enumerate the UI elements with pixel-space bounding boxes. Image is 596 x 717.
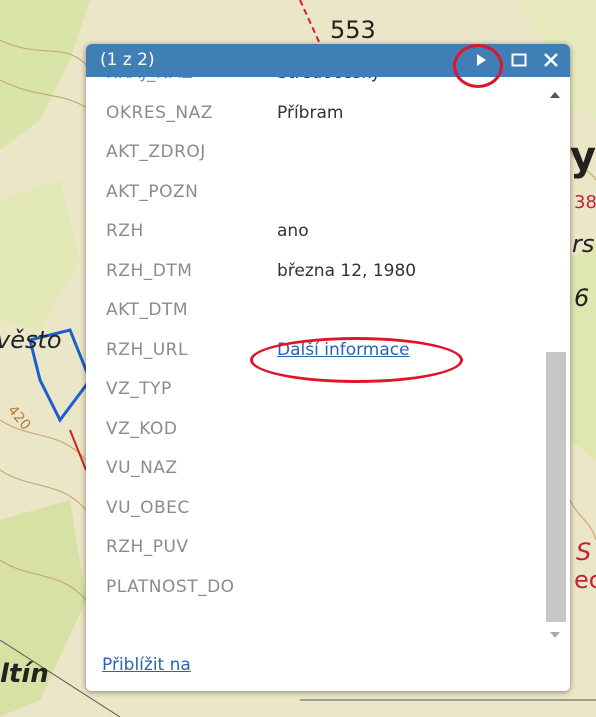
next-icon bbox=[477, 54, 486, 66]
more-info-link[interactable]: Další informace bbox=[277, 340, 410, 360]
next-feature-button[interactable] bbox=[470, 49, 492, 71]
map-label: ec bbox=[574, 566, 596, 594]
attribute-key: RZH bbox=[106, 221, 144, 241]
attribute-key: RZH_DTM bbox=[106, 260, 193, 281]
attribute-value: března 12, 1980 bbox=[277, 260, 417, 281]
map-label: 38 bbox=[574, 192, 596, 213]
attribute-row: KRAJ_NAZ Středočeský bbox=[86, 77, 542, 93]
attribute-row: RZH ano bbox=[86, 211, 542, 251]
map-label: S bbox=[576, 538, 591, 566]
attribute-key: OKRES_NAZ bbox=[106, 102, 213, 123]
attribute-row: VU_NAZ bbox=[86, 448, 542, 488]
scroll-up-arrow-icon[interactable] bbox=[550, 92, 560, 98]
attribute-row: RZH_URL Další informace bbox=[86, 330, 542, 370]
attribute-row: AKT_DTM bbox=[86, 290, 542, 330]
attribute-key: AKT_POZN bbox=[106, 181, 199, 202]
attribute-row: AKT_POZN bbox=[86, 172, 542, 212]
attribute-key: RZH_URL bbox=[106, 339, 188, 360]
attribute-key: AKT_DTM bbox=[106, 300, 188, 320]
map-label: rs bbox=[572, 230, 594, 258]
popup-titlebar: (1 z 2) bbox=[86, 44, 570, 77]
attribute-value: Středočeský bbox=[277, 77, 381, 83]
map-label: věsto bbox=[0, 326, 62, 354]
map-label: ltín bbox=[0, 659, 49, 689]
feature-info-popup: (1 z 2) KRAJ_NAZ Středočeský OKRES_NAZ Příb… bbox=[86, 44, 570, 691]
attribute-key: RZH_PUV bbox=[106, 537, 189, 557]
attribute-row: VZ_KOD bbox=[86, 409, 542, 449]
attribute-key: VZ_TYP bbox=[106, 379, 172, 399]
popup-footer: Přiblížit na bbox=[86, 640, 570, 691]
zoom-to-link[interactable]: Přiblížit na bbox=[102, 655, 191, 675]
maximize-button[interactable] bbox=[508, 49, 530, 71]
attribute-key: PLATNOST_DO bbox=[106, 576, 235, 597]
attribute-key: AKT_ZDROJ bbox=[106, 142, 206, 162]
close-icon bbox=[544, 53, 558, 67]
attribute-key: VZ_KOD bbox=[106, 418, 178, 439]
attribute-row: RZH_PUV bbox=[86, 527, 542, 567]
map-label: 6 bbox=[574, 284, 589, 312]
attribute-value: Příbram bbox=[277, 102, 344, 123]
attribute-key: VU_NAZ bbox=[106, 458, 178, 478]
close-button[interactable] bbox=[540, 49, 562, 71]
attribute-row: AKT_ZDROJ bbox=[86, 132, 542, 172]
attribute-row: VU_OBEC bbox=[86, 488, 542, 528]
scroll-down-arrow-icon[interactable] bbox=[550, 632, 560, 638]
popup-title: (1 z 2) bbox=[100, 50, 155, 70]
attribute-key: KRAJ_NAZ bbox=[106, 77, 193, 83]
scrollbar[interactable] bbox=[542, 84, 570, 649]
map-label: ys bbox=[570, 134, 596, 180]
attribute-row: OKRES_NAZ Příbram bbox=[86, 93, 542, 133]
attribute-key: VU_OBEC bbox=[106, 497, 190, 518]
map-label: 553 bbox=[330, 16, 376, 44]
maximize-icon bbox=[511, 53, 527, 67]
attribute-value: ano bbox=[277, 221, 309, 241]
scrollbar-thumb[interactable] bbox=[546, 352, 566, 622]
attribute-row: VZ_TYP bbox=[86, 369, 542, 409]
attribute-table[interactable]: KRAJ_NAZ Středočeský OKRES_NAZ Příbram AKT_Z… bbox=[86, 77, 542, 617]
attribute-row: RZH_DTM března 12, 1980 bbox=[86, 251, 542, 291]
attribute-row: PLATNOST_DO bbox=[86, 567, 542, 607]
